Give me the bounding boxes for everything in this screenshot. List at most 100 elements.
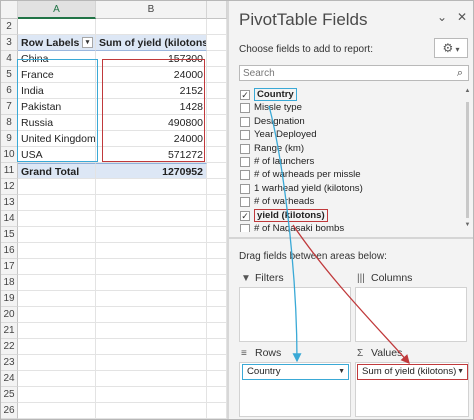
empty-cell[interactable]: [18, 307, 96, 323]
empty-cell[interactable]: [96, 387, 207, 403]
row-header[interactable]: 21: [1, 323, 18, 339]
row-header[interactable]: 7: [1, 99, 18, 115]
row-header[interactable]: 24: [1, 371, 18, 387]
empty-cell[interactable]: [207, 307, 227, 323]
empty-cell[interactable]: [18, 179, 96, 195]
empty-cell[interactable]: [18, 259, 96, 275]
field-search-input[interactable]: [239, 65, 469, 81]
close-icon[interactable]: ✕: [455, 9, 469, 25]
empty-cell[interactable]: [18, 291, 96, 307]
field-checkbox[interactable]: [240, 130, 250, 141]
values-drop-area[interactable]: Sum of yield (kilotons) ▼: [355, 362, 469, 417]
row-header[interactable]: 13: [1, 195, 18, 211]
empty-cell[interactable]: [207, 291, 227, 307]
empty-cell[interactable]: [18, 323, 96, 339]
empty-cell[interactable]: [207, 115, 227, 131]
columns-drop-area[interactable]: [355, 287, 467, 342]
row-label-cell[interactable]: United Kingdom: [18, 131, 96, 147]
empty-cell[interactable]: [207, 339, 227, 355]
row-header[interactable]: 22: [1, 339, 18, 355]
row-header[interactable]: 4: [1, 51, 18, 67]
column-header-b[interactable]: B: [96, 1, 207, 19]
field-checkbox[interactable]: [240, 156, 250, 167]
chevron-down-icon[interactable]: ⌄: [435, 9, 449, 25]
empty-cell[interactable]: [96, 403, 207, 419]
values-sum-yield-chip[interactable]: Sum of yield (kilotons) ▼: [357, 364, 468, 380]
pane-section-splitter[interactable]: [229, 237, 473, 239]
row-header[interactable]: 25: [1, 387, 18, 403]
empty-cell[interactable]: [207, 99, 227, 115]
empty-cell[interactable]: [96, 179, 207, 195]
value-cell[interactable]: 24000: [96, 67, 207, 83]
empty-cell[interactable]: [18, 339, 96, 355]
empty-cell[interactable]: [18, 195, 96, 211]
rows-country-chip[interactable]: Country ▼: [242, 364, 349, 380]
empty-cell[interactable]: [18, 403, 96, 419]
row-header[interactable]: 23: [1, 355, 18, 371]
empty-cell[interactable]: [207, 83, 227, 99]
value-cell[interactable]: 157300: [96, 51, 207, 67]
empty-cell[interactable]: [18, 211, 96, 227]
field-checkbox[interactable]: [240, 223, 250, 232]
field-checkbox[interactable]: ✓: [240, 210, 250, 221]
row-label-cell[interactable]: Pakistan: [18, 99, 96, 115]
row-header[interactable]: 17: [1, 259, 18, 275]
empty-cell[interactable]: [207, 243, 227, 259]
field-item[interactable]: Missle type: [239, 101, 459, 114]
empty-cell[interactable]: [96, 323, 207, 339]
row-header[interactable]: 18: [1, 275, 18, 291]
field-checkbox[interactable]: [240, 103, 250, 114]
filters-drop-area[interactable]: [239, 287, 351, 342]
empty-cell[interactable]: [96, 307, 207, 323]
field-item[interactable]: # of Nagasaki bombs: [239, 222, 459, 232]
empty-cell[interactable]: [207, 323, 227, 339]
empty-cell[interactable]: [207, 355, 227, 371]
field-item[interactable]: # of warheads per missle: [239, 168, 459, 181]
empty-cell[interactable]: [207, 131, 227, 147]
field-list-scrollbar[interactable]: ▲ ▼: [464, 88, 471, 232]
empty-cell[interactable]: [207, 19, 227, 35]
rows-drop-area[interactable]: Country ▼: [239, 362, 351, 417]
field-checkbox[interactable]: ✓: [240, 90, 250, 100]
select-all-corner[interactable]: [1, 1, 18, 19]
empty-cell[interactable]: [96, 371, 207, 387]
field-checkbox[interactable]: [240, 183, 250, 194]
scrollbar-thumb[interactable]: [466, 102, 469, 218]
row-header[interactable]: 8: [1, 115, 18, 131]
row-header[interactable]: 20: [1, 307, 18, 323]
row-label-cell[interactable]: USA: [18, 147, 96, 163]
tools-gear-button[interactable]: ⚙ ▾: [434, 38, 468, 58]
empty-cell[interactable]: [207, 211, 227, 227]
empty-cell[interactable]: [207, 67, 227, 83]
row-label-cell[interactable]: France: [18, 67, 96, 83]
row-label-cell[interactable]: India: [18, 83, 96, 99]
empty-cell[interactable]: [96, 259, 207, 275]
row-header[interactable]: 19: [1, 291, 18, 307]
empty-cell[interactable]: [207, 147, 227, 163]
empty-cell[interactable]: [96, 243, 207, 259]
empty-cell[interactable]: [96, 227, 207, 243]
empty-cell[interactable]: [96, 19, 207, 35]
scroll-up-arrow-icon[interactable]: ▲: [464, 88, 471, 94]
empty-cell[interactable]: [207, 227, 227, 243]
field-item[interactable]: Designation: [239, 115, 459, 128]
field-item[interactable]: 1 warhead yield (kilotons): [239, 182, 459, 195]
empty-cell[interactable]: [18, 19, 96, 35]
empty-cell[interactable]: [207, 51, 227, 67]
row-header[interactable]: 6: [1, 83, 18, 99]
field-item[interactable]: ✓ Country: [239, 88, 459, 101]
row-labels-header-cell[interactable]: Row Labels ▾: [18, 35, 96, 51]
row-header[interactable]: 9: [1, 131, 18, 147]
empty-cell[interactable]: [207, 259, 227, 275]
scroll-down-arrow-icon[interactable]: ▼: [464, 222, 471, 228]
empty-cell[interactable]: [207, 179, 227, 195]
grand-total-label-cell[interactable]: Grand Total: [18, 163, 96, 179]
field-item[interactable]: # of launchers: [239, 155, 459, 168]
empty-cell[interactable]: [96, 195, 207, 211]
row-header[interactable]: 12: [1, 179, 18, 195]
filter-dropdown-icon[interactable]: ▾: [82, 37, 93, 48]
empty-cell[interactable]: [207, 163, 227, 179]
row-header[interactable]: 5: [1, 67, 18, 83]
row-label-cell[interactable]: Russia: [18, 115, 96, 131]
value-cell[interactable]: 490800: [96, 115, 207, 131]
